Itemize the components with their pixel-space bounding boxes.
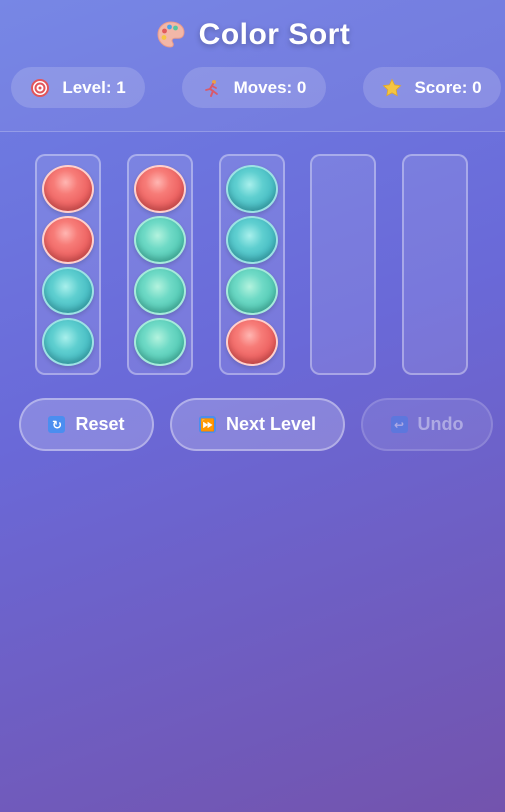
reset-label: Reset [75, 414, 125, 434]
level-stat: Level: 1 [11, 67, 145, 108]
mint-ball[interactable] [134, 318, 186, 366]
running-person-icon [204, 79, 218, 97]
red-ball[interactable] [134, 165, 186, 213]
score-label: Score: 0 [414, 77, 482, 97]
teal-ball[interactable] [226, 216, 278, 264]
refresh-icon: ↻ [48, 416, 66, 433]
score-stat: Score: 0 [363, 67, 501, 108]
red-ball[interactable] [42, 216, 94, 264]
game-header: Color Sort Level: 1 Moves: 0 Score: 0 [0, 0, 505, 132]
undo-icon: ↩ [390, 416, 408, 433]
level-label: Level: 1 [62, 77, 126, 97]
target-icon [31, 78, 50, 97]
red-ball[interactable] [226, 318, 278, 366]
title-row: Color Sort [0, 18, 505, 52]
mint-ball[interactable] [226, 267, 278, 315]
tube-3[interactable] [219, 154, 285, 375]
red-ball[interactable] [42, 165, 94, 213]
page-title: Color Sort [198, 18, 351, 51]
tube-1[interactable] [35, 154, 101, 375]
tube-4[interactable] [310, 154, 376, 375]
palette-icon [157, 21, 185, 48]
teal-ball[interactable] [226, 165, 278, 213]
tube-5[interactable] [402, 154, 468, 375]
reset-button[interactable]: ↻ Reset [19, 398, 154, 451]
next-level-label: Next Level [225, 414, 317, 434]
mint-ball[interactable] [134, 267, 186, 315]
teal-ball[interactable] [42, 318, 94, 366]
teal-ball[interactable] [42, 267, 94, 315]
moves-stat: Moves: 0 [182, 67, 326, 108]
undo-label: Undo [417, 414, 464, 434]
tube-2[interactable] [127, 154, 193, 375]
next-level-button[interactable]: ⏩ Next Level [170, 398, 345, 451]
moves-label: Moves: 0 [233, 77, 307, 97]
mint-ball[interactable] [134, 216, 186, 264]
undo-button[interactable]: ↩ Undo [361, 398, 493, 451]
fast-forward-icon: ⏩ [198, 416, 216, 433]
star-icon [383, 78, 402, 96]
